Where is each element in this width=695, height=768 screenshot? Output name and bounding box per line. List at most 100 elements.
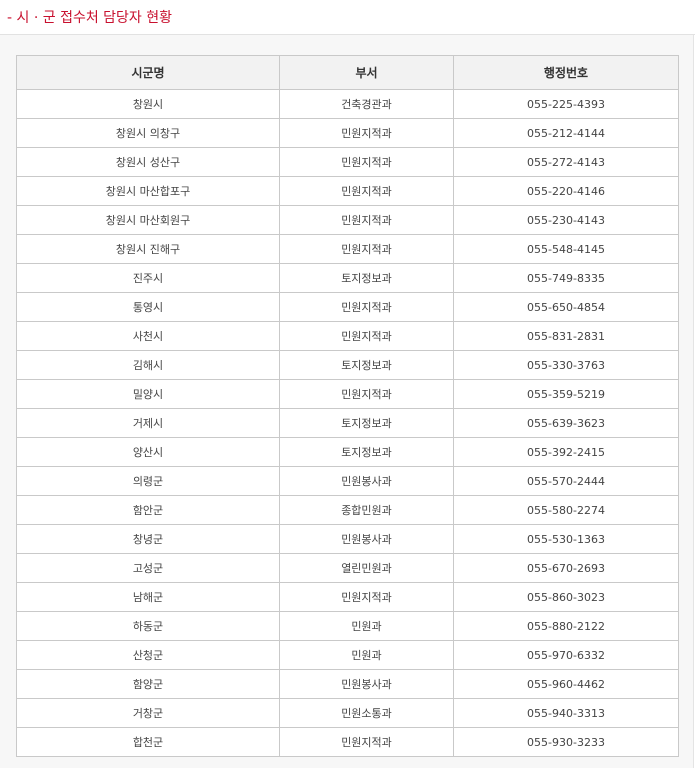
department-cell: 민원봉사과 <box>279 466 454 496</box>
region-cell: 함안군 <box>16 495 280 525</box>
region-cell: 하동군 <box>16 611 280 641</box>
region-cell: 합천군 <box>16 727 280 757</box>
phone-cell: 055-530-1363 <box>453 524 679 554</box>
department-cell: 건축경관과 <box>279 89 454 119</box>
table-row: 창원시 건축경관과 055-225-4393 <box>16 89 679 119</box>
table-row: 거제시 토지정보과 055-639-3623 <box>16 408 679 438</box>
region-cell: 양산시 <box>16 437 280 467</box>
table-row: 합천군 민원지적과 055-930-3233 <box>16 727 679 757</box>
department-cell: 종합민원과 <box>279 495 454 525</box>
phone-cell: 055-580-2274 <box>453 495 679 525</box>
table-row: 김해시 토지정보과 055-330-3763 <box>16 350 679 380</box>
phone-cell: 055-272-4143 <box>453 147 679 177</box>
region-cell: 남해군 <box>16 582 280 612</box>
phone-cell: 055-230-4143 <box>453 205 679 235</box>
table-row: 고성군 열린민원과 055-670-2693 <box>16 553 679 583</box>
table-row: 함안군 종합민원과 055-580-2274 <box>16 495 679 525</box>
table-row: 창원시 마산합포구 민원지적과 055-220-4146 <box>16 176 679 206</box>
column-header-department: 부서 <box>279 55 454 90</box>
table-row: 함양군 민원봉사과 055-960-4462 <box>16 669 679 699</box>
region-cell: 진주시 <box>16 263 280 293</box>
region-cell: 거창군 <box>16 698 280 728</box>
department-cell: 토지정보과 <box>279 263 454 293</box>
table-row: 사천시 민원지적과 055-831-2831 <box>16 321 679 351</box>
phone-cell: 055-670-2693 <box>453 553 679 583</box>
table-row: 창원시 마산회원구 민원지적과 055-230-4143 <box>16 205 679 235</box>
section-title: - 시 · 군 접수처 담당자 현황 <box>7 10 173 26</box>
phone-cell: 055-860-3023 <box>453 582 679 612</box>
region-cell: 거제시 <box>16 408 280 438</box>
department-cell: 민원지적과 <box>279 292 454 322</box>
region-cell: 함양군 <box>16 669 280 699</box>
table-row: 밀양시 민원지적과 055-359-5219 <box>16 379 679 409</box>
department-cell: 토지정보과 <box>279 408 454 438</box>
table-row: 창원시 성산구 민원지적과 055-272-4143 <box>16 147 679 177</box>
department-cell: 민원지적과 <box>279 118 454 148</box>
department-cell: 열린민원과 <box>279 553 454 583</box>
phone-cell: 055-650-4854 <box>453 292 679 322</box>
region-cell: 창원시 성산구 <box>16 147 280 177</box>
region-cell: 의령군 <box>16 466 280 496</box>
table-row: 창원시 의창구 민원지적과 055-212-4144 <box>16 118 679 148</box>
table-row: 진주시 토지정보과 055-749-8335 <box>16 263 679 293</box>
table-header-row: 시군명 부서 행정번호 <box>16 55 679 90</box>
phone-cell: 055-960-4462 <box>453 669 679 699</box>
region-cell: 창원시 의창구 <box>16 118 280 148</box>
table-row: 통영시 민원지적과 055-650-4854 <box>16 292 679 322</box>
department-cell: 토지정보과 <box>279 350 454 380</box>
phone-cell: 055-880-2122 <box>453 611 679 641</box>
phone-cell: 055-225-4393 <box>453 89 679 119</box>
table-row: 하동군 민원과 055-880-2122 <box>16 611 679 641</box>
department-cell: 민원지적과 <box>279 147 454 177</box>
table-body: 창원시 건축경관과 055-225-4393 창원시 의창구 민원지적과 055-212-… <box>16 89 679 757</box>
phone-cell: 055-930-3233 <box>453 727 679 757</box>
phone-cell: 055-330-3763 <box>453 350 679 380</box>
phone-cell: 055-212-4144 <box>453 118 679 148</box>
title-bar: - 시 · 군 접수처 담당자 현황 <box>0 0 695 35</box>
phone-cell: 055-639-3623 <box>453 408 679 438</box>
department-cell: 민원과 <box>279 611 454 641</box>
table-row: 의령군 민원봉사과 055-570-2444 <box>16 466 679 496</box>
department-cell: 민원봉사과 <box>279 669 454 699</box>
region-cell: 창원시 <box>16 89 280 119</box>
phone-cell: 055-548-4145 <box>453 234 679 264</box>
department-cell: 민원지적과 <box>279 379 454 409</box>
contact-table: 시군명 부서 행정번호 창원시 건축경관과 055-225-4393 창원시 의창구 민… <box>16 55 679 757</box>
phone-cell: 055-220-4146 <box>453 176 679 206</box>
department-cell: 민원봉사과 <box>279 524 454 554</box>
phone-cell: 055-392-2415 <box>453 437 679 467</box>
department-cell: 민원지적과 <box>279 176 454 206</box>
phone-cell: 055-831-2831 <box>453 321 679 351</box>
table-row: 남해군 민원지적과 055-860-3023 <box>16 582 679 612</box>
department-cell: 민원지적과 <box>279 582 454 612</box>
region-cell: 통영시 <box>16 292 280 322</box>
region-cell: 김해시 <box>16 350 280 380</box>
region-cell: 산청군 <box>16 640 280 670</box>
department-cell: 민원지적과 <box>279 205 454 235</box>
phone-cell: 055-570-2444 <box>453 466 679 496</box>
region-cell: 고성군 <box>16 553 280 583</box>
phone-cell: 055-940-3313 <box>453 698 679 728</box>
department-cell: 민원소통과 <box>279 698 454 728</box>
table-row: 산청군 민원과 055-970-6332 <box>16 640 679 670</box>
phone-cell: 055-359-5219 <box>453 379 679 409</box>
region-cell: 창원시 마산합포구 <box>16 176 280 206</box>
table-row: 창녕군 민원봉사과 055-530-1363 <box>16 524 679 554</box>
content-panel: 시군명 부서 행정번호 창원시 건축경관과 055-225-4393 창원시 의창구 민… <box>0 35 694 768</box>
department-cell: 민원지적과 <box>279 234 454 264</box>
column-header-phone: 행정번호 <box>453 55 679 90</box>
department-cell: 토지정보과 <box>279 437 454 467</box>
table-row: 창원시 진해구 민원지적과 055-548-4145 <box>16 234 679 264</box>
region-cell: 사천시 <box>16 321 280 351</box>
department-cell: 민원지적과 <box>279 321 454 351</box>
department-cell: 민원지적과 <box>279 727 454 757</box>
region-cell: 밀양시 <box>16 379 280 409</box>
column-header-region: 시군명 <box>16 55 280 90</box>
table-row: 거창군 민원소통과 055-940-3313 <box>16 698 679 728</box>
region-cell: 창원시 진해구 <box>16 234 280 264</box>
department-cell: 민원과 <box>279 640 454 670</box>
phone-cell: 055-970-6332 <box>453 640 679 670</box>
phone-cell: 055-749-8335 <box>453 263 679 293</box>
region-cell: 창녕군 <box>16 524 280 554</box>
region-cell: 창원시 마산회원구 <box>16 205 280 235</box>
